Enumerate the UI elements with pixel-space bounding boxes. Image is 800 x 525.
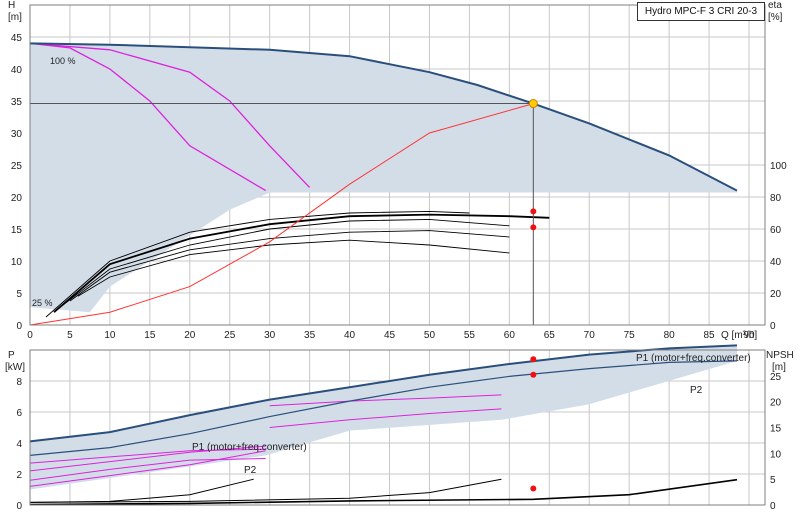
y-right-axis-title: eta bbox=[768, 0, 782, 11]
x-tick-label: 60 bbox=[504, 330, 516, 341]
y-left-tick-label: 30 bbox=[11, 129, 23, 140]
x-tick-label: 85 bbox=[704, 330, 716, 341]
y-left-tick-label: 35 bbox=[11, 97, 23, 108]
x-tick-label: 55 bbox=[464, 330, 476, 341]
y-left-tick-label: 25 bbox=[11, 161, 23, 172]
x-tick-label: 15 bbox=[144, 330, 156, 341]
y-right-tick-label: 20 bbox=[770, 289, 782, 300]
efficiency-marker bbox=[530, 224, 537, 231]
npsh-tick-label: 20 bbox=[770, 398, 782, 409]
p2-label: P2 bbox=[690, 385, 703, 396]
y-right-axis-unit: [%] bbox=[768, 12, 783, 23]
npsh-axis-title: NPSH bbox=[766, 350, 794, 361]
x-tick-label: 20 bbox=[184, 330, 196, 341]
npsh-tick-label: 5 bbox=[770, 475, 776, 486]
x-tick-label: 35 bbox=[304, 330, 316, 341]
efficiency-marker bbox=[530, 208, 537, 215]
y-left-axis-unit: [m] bbox=[8, 12, 22, 23]
p-tick-label: 8 bbox=[16, 377, 22, 388]
x-tick-label: 80 bbox=[664, 330, 676, 341]
y-right-tick-label: 60 bbox=[770, 225, 782, 236]
y-left-tick-label: 45 bbox=[11, 33, 23, 44]
y-left-tick-label: 15 bbox=[11, 225, 23, 236]
x-tick-label: 45 bbox=[384, 330, 396, 341]
x-axis-title: Q [m³/h] bbox=[721, 330, 757, 341]
x-tick-label: 50 bbox=[424, 330, 436, 341]
x-tick-label: 5 bbox=[67, 330, 73, 341]
npsh-tick-label: 25 bbox=[770, 372, 782, 383]
p-tick-label: 6 bbox=[16, 408, 22, 419]
y-left-axis-title: H bbox=[8, 0, 15, 11]
y-right-tick-label: 40 bbox=[770, 257, 782, 268]
duty-point bbox=[528, 99, 538, 109]
min-speed-label: 25 % bbox=[32, 298, 53, 308]
x-tick-label: 65 bbox=[544, 330, 556, 341]
npsh-axis-unit: [m] bbox=[772, 362, 786, 373]
power-marker bbox=[530, 356, 537, 363]
y-left-tick-label: 40 bbox=[11, 65, 23, 76]
chart-title: Hydro MPC-F 3 CRI 20-3 bbox=[637, 2, 765, 21]
x-tick-label: 70 bbox=[584, 330, 596, 341]
y-left-tick-label: 10 bbox=[11, 257, 23, 268]
npsh-tick-label: 10 bbox=[770, 449, 782, 460]
x-tick-label: 30 bbox=[264, 330, 276, 341]
power-marker bbox=[530, 371, 537, 378]
y-right-tick-label: 80 bbox=[770, 193, 782, 204]
pump-performance-chart: Hydro MPC-F 3 CRI 20-3 0 5 10 15 20 25 30 35 40 4… bbox=[0, 0, 800, 520]
p-axis-unit: [kW] bbox=[5, 362, 25, 373]
p-tick-label: 0 bbox=[16, 501, 22, 512]
y-right-tick-label: 0 bbox=[770, 321, 776, 332]
x-tick-label: 10 bbox=[104, 330, 116, 341]
p2-label-mid: P2 bbox=[244, 465, 257, 476]
p1-label: P1 (motor+freq.converter) bbox=[636, 353, 751, 364]
x-tick-label: 75 bbox=[624, 330, 636, 341]
p-axis-title: P bbox=[8, 350, 15, 361]
x-tick-label: 0 bbox=[27, 330, 33, 341]
npsh-curve bbox=[29, 478, 738, 506]
x-tick-label: 25 bbox=[224, 330, 236, 341]
p-tick-label: 4 bbox=[16, 439, 22, 450]
y-right-tick-label: 100 bbox=[770, 161, 787, 172]
p1-label-mid: P1 (motor+freq.converter) bbox=[192, 442, 307, 453]
y-left-tick-label: 20 bbox=[11, 193, 23, 204]
npsh-tick-label: 15 bbox=[770, 424, 782, 435]
x-tick-label: 40 bbox=[344, 330, 356, 341]
operating-area bbox=[30, 43, 737, 313]
y-left-tick-label: 5 bbox=[16, 289, 22, 300]
p-tick-label: 2 bbox=[16, 470, 22, 481]
speed-label: 100 % bbox=[50, 56, 76, 66]
npsh-curve bbox=[29, 478, 502, 503]
npsh-tick-label: 0 bbox=[770, 501, 776, 512]
y-left-tick-label: 0 bbox=[16, 321, 22, 332]
chart-svg: 0 5 10 15 20 25 30 35 40 45 50 55 60 65 70 75 80 85 900510… bbox=[5, 0, 794, 512]
power-marker bbox=[530, 485, 537, 492]
